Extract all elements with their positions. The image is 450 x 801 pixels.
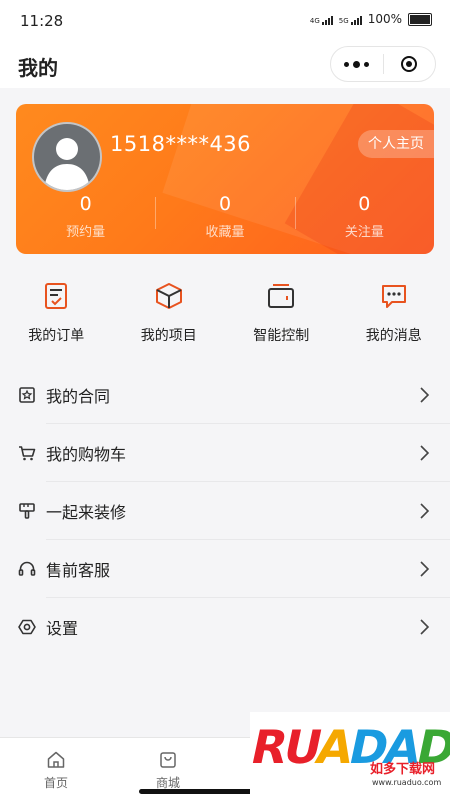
chevron-right-icon [418,444,430,462]
status-bar: 11:28 4G 5G 100% [0,0,450,42]
settings-icon [18,618,36,636]
stat-favorites[interactable]: 0 收藏量 [155,193,294,240]
nav-bar: 我的 [0,42,450,88]
chevron-right-icon [418,502,430,520]
watermark-site-name: 如多下载网 [370,758,435,777]
quick-action-smart-control[interactable]: 智能控制 [225,280,338,345]
quick-action-label: 我的订单 [0,325,113,345]
control-icon [265,280,297,312]
profile-card: 1518****436 个人主页 0 预约量 0 收藏量 0 关注量 [16,104,434,254]
project-icon [153,280,185,312]
battery-icon [408,13,432,26]
menu-list: 我的合同 我的购物车 一起来装修 售前客服 [0,366,450,656]
avatar[interactable] [32,122,102,192]
stat-follows[interactable]: 0 关注量 [295,193,434,240]
chevron-right-icon [418,386,430,404]
quick-action-label: 智能控制 [225,325,338,345]
shop-bag-icon [158,750,178,770]
page-title: 我的 [18,52,58,81]
stat-value: 0 [295,193,434,215]
quick-actions: 我的订单 我的项目 智能控制 我的消息 [0,280,450,345]
chevron-right-icon [418,618,430,636]
menu-item-settings[interactable]: 设置 [0,598,450,656]
status-indicators: 4G 5G 100% [310,12,432,26]
cellular-signal-icon: 5G [339,14,362,25]
menu-item-cart[interactable]: 我的购物车 [0,424,450,482]
home-icon [46,750,66,770]
battery-percent: 100% [368,12,402,26]
menu-item-contracts[interactable]: 我的合同 [0,366,450,424]
user-phone: 1518****436 [110,132,251,156]
contract-icon [18,386,36,404]
default-avatar-icon [34,124,100,190]
quick-action-label: 我的消息 [338,325,450,345]
menu-item-label: 一起来装修 [46,499,126,523]
watermark-letter: RU [246,720,323,774]
profile-stats: 0 预约量 0 收藏量 0 关注量 [16,193,434,240]
network-type-label: 5G [339,17,349,25]
stat-label: 预约量 [16,221,155,240]
message-icon [378,280,410,312]
watermark-logo: RUADADO 如多下载网 www.ruaduo.com [250,712,450,800]
paint-brush-icon [18,502,36,520]
target-icon [401,56,417,72]
order-icon [40,280,72,312]
menu-item-label: 设置 [46,615,78,639]
quick-action-label: 我的项目 [113,325,226,345]
chevron-right-icon [418,560,430,578]
status-time: 11:28 [20,12,63,30]
quick-action-projects[interactable]: 我的项目 [113,280,226,345]
quick-action-orders[interactable]: 我的订单 [0,280,113,345]
menu-item-label: 我的合同 [46,383,110,407]
menu-item-label: 我的购物车 [46,441,126,465]
menu-item-label: 售前客服 [46,557,110,581]
more-dots-icon [344,61,369,68]
headset-icon [18,560,36,578]
tab-home[interactable]: 首页 [0,738,112,801]
stat-value: 0 [16,193,155,215]
watermark-url: www.ruaduo.com [372,778,441,787]
stat-label: 收藏量 [155,221,294,240]
close-miniprogram-button[interactable] [384,47,436,81]
quick-action-messages[interactable]: 我的消息 [338,280,450,345]
personal-homepage-button[interactable]: 个人主页 [358,130,434,158]
cellular-signal-icon: 4G [310,14,333,25]
stat-appointments[interactable]: 0 预约量 [16,193,155,240]
cart-icon [18,444,36,462]
mini-program-capsule [330,46,436,82]
stat-label: 关注量 [295,221,434,240]
menu-item-customer-service[interactable]: 售前客服 [0,540,450,598]
tab-label: 首页 [0,774,112,791]
more-button[interactable] [331,47,383,81]
network-type-label: 4G [310,17,320,25]
menu-item-renovation[interactable]: 一起来装修 [0,482,450,540]
stat-value: 0 [155,193,294,215]
